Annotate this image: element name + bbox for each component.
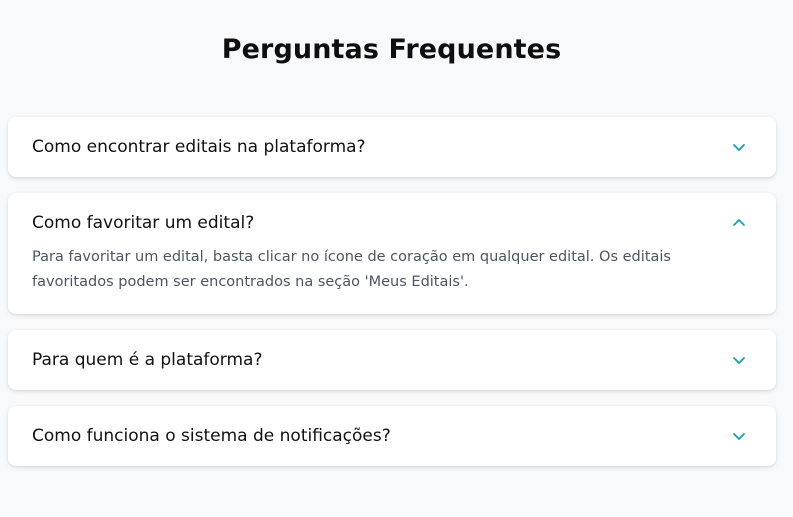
faq-item-para-quem: Para quem é a plataforma? [8, 330, 776, 390]
chevron-down-icon [728, 349, 750, 371]
chevron-down-icon [728, 136, 750, 158]
faq-answer: Para favoritar um edital, basta clicar n… [32, 249, 671, 290]
faq-toggle-find-editais[interactable]: Como encontrar editais na plataforma? [8, 117, 776, 177]
chevron-up-icon [728, 212, 750, 234]
faq-item-favoritar: Como favoritar um edital? Para favoritar… [8, 193, 776, 314]
faq-question: Como favoritar um edital? [32, 213, 255, 233]
faq-toggle-notificacoes[interactable]: Como funciona o sistema de notificações? [8, 406, 776, 466]
faq-item-find-editais: Como encontrar editais na plataforma? [8, 117, 776, 177]
chevron-down-icon [728, 425, 750, 447]
faq-toggle-para-quem[interactable]: Para quem é a plataforma? [8, 330, 776, 390]
faq-toggle-favoritar[interactable]: Como favoritar um edital? [8, 193, 776, 253]
faq-list: Como encontrar editais na plataforma? Co… [8, 117, 776, 482]
page-title: Perguntas Frequentes [221, 34, 562, 65]
faq-item-notificacoes: Como funciona o sistema de notificações? [8, 406, 776, 466]
faq-question: Como encontrar editais na plataforma? [32, 137, 366, 157]
faq-question: Como funciona o sistema de notificações? [32, 426, 391, 446]
faq-page: Perguntas Frequentes Como encontrar edit… [0, 0, 793, 517]
faq-question: Para quem é a plataforma? [32, 350, 263, 370]
